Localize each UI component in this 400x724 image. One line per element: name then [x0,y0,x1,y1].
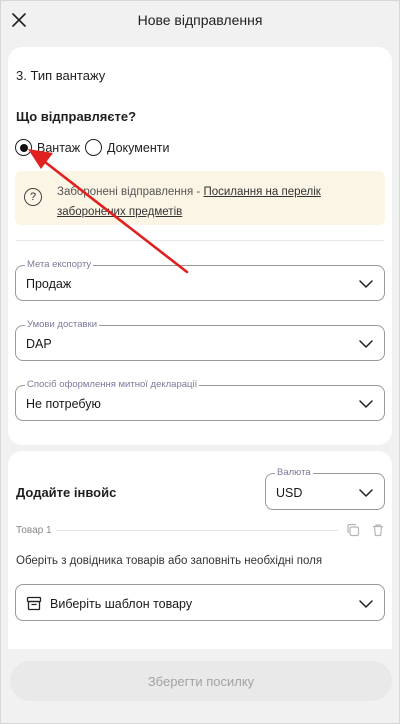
radio-button-selected[interactable] [15,139,32,156]
radio-dot [19,143,28,152]
copy-icon[interactable] [346,523,360,537]
item-hint: Оберіть з довідника товарів або заповніт… [16,555,323,567]
trash-icon[interactable] [371,523,385,537]
field-value: Не потребую [26,397,101,411]
chevron-down-icon [359,400,373,408]
export-purpose-select[interactable]: Мета експорту Продаж [15,259,385,301]
field-legend: Умови доставки [25,319,100,331]
notice-label: Заборонені відправлення - [57,186,204,198]
save-parcel-button[interactable]: Зберегти посилку [10,661,392,701]
field-legend: Мета експорту [25,259,94,271]
field-value: Виберіть шаблон товару [50,597,193,611]
chevron-down-icon [359,340,373,348]
divider [16,240,384,241]
radio-documents-label: Документи [107,140,170,155]
chevron-down-icon [359,280,373,288]
cargo-type-card: 3. Тип вантажу Що відправляєте? Вантаж Д… [8,47,392,445]
close-button[interactable] [9,10,29,30]
archive-box-icon [26,596,42,611]
close-icon [12,13,26,27]
section-title: 3. Тип вантажу [16,68,106,83]
item-label: Товар 1 [16,525,52,536]
invoice-card: Додайте інвойс Валюта USD Товар 1 Оберіт… [8,451,392,661]
radio-cargo[interactable]: Вантаж [15,139,80,156]
field-legend: Спосіб оформлення митної декларації [25,379,200,391]
field-value: DAP [26,337,52,351]
field-value: USD [276,486,303,500]
radio-documents[interactable]: Документи [85,139,169,156]
item-divider [56,530,338,531]
radio-cargo-label: Вантаж [37,140,81,155]
question-icon: ? [24,188,42,206]
field-value: Продаж [26,277,72,291]
radio-button-unselected[interactable] [85,139,102,156]
prohibited-items-notice: ? Заборонені відправлення - Посилання на… [15,171,385,225]
delivery-terms-select[interactable]: Умови доставки DAP [15,319,385,361]
field-legend: Валюта [275,467,313,479]
notice-text: Заборонені відправлення - Посилання на п… [57,182,377,222]
header-bar: Нове відправлення [1,1,399,39]
footer: Зберегти посилку [1,649,399,723]
chevron-down-icon [359,489,373,497]
page-title: Нове відправлення [137,12,263,28]
product-template-select[interactable]: Виберіть шаблон товару [15,584,385,621]
customs-declaration-select[interactable]: Спосіб оформлення митної декларації Не п… [15,379,385,421]
chevron-down-icon [359,600,373,608]
invoice-title: Додайте інвойс [16,485,117,500]
shipment-question: Що відправляєте? [16,109,137,124]
currency-select[interactable]: Валюта USD [265,467,385,510]
